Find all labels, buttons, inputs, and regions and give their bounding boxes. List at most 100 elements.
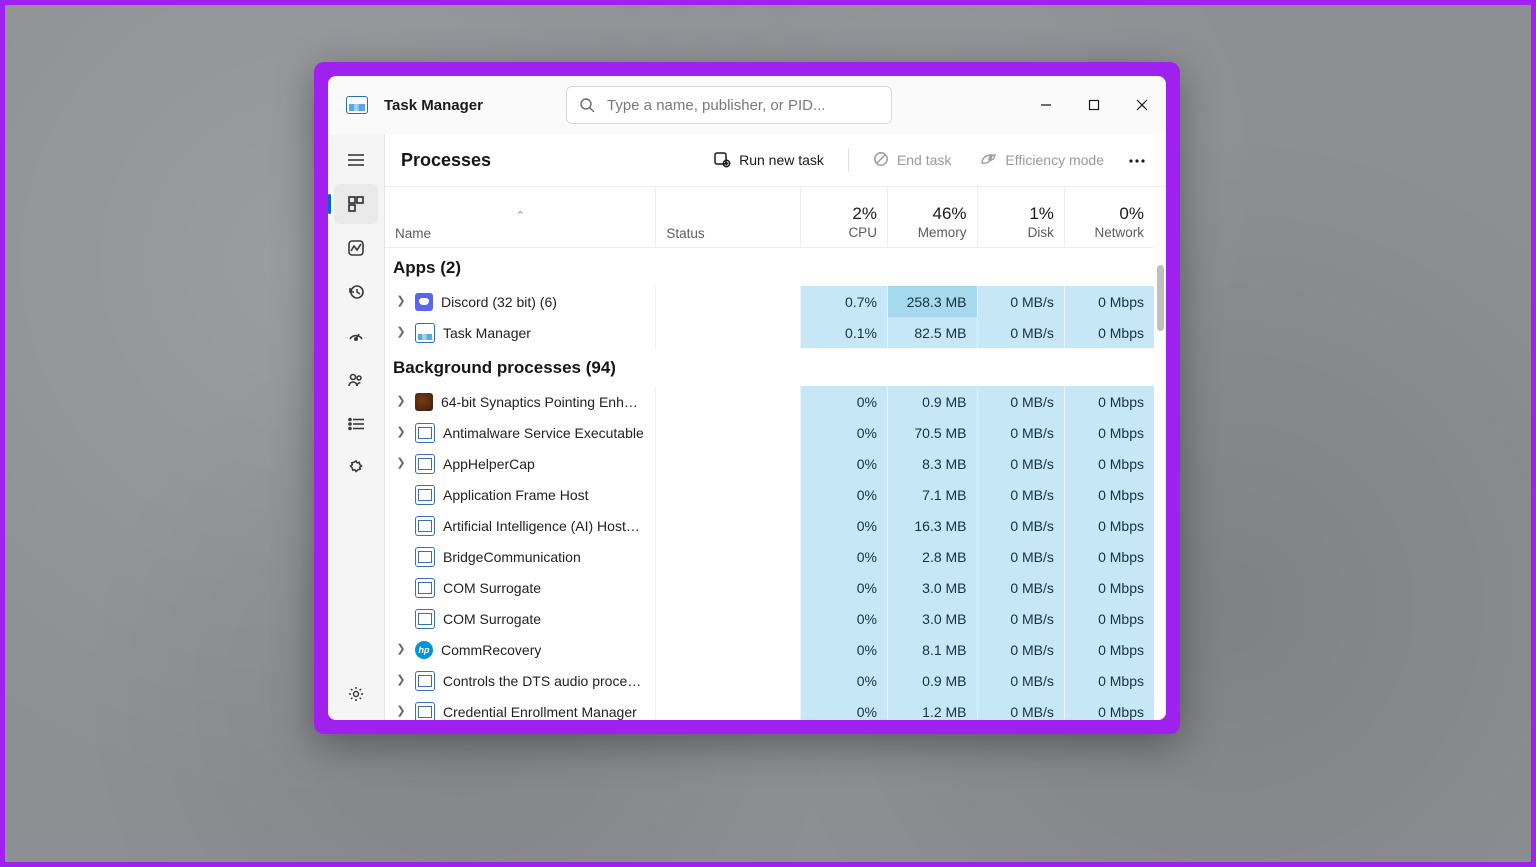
cpu-cell: 0.1% xyxy=(800,317,887,348)
net-cell: 0 Mbps xyxy=(1064,317,1154,348)
process-icon xyxy=(415,323,435,343)
mem-cell: 8.3 MB xyxy=(887,448,977,479)
settings-button[interactable] xyxy=(334,674,378,714)
process-row[interactable]: ❯Credential Enrollment Manager0%1.2 MB0 … xyxy=(385,696,1154,720)
status-cell xyxy=(656,665,800,696)
net-cell: 0 Mbps xyxy=(1064,386,1154,417)
chevron-right-icon[interactable]: ❯ xyxy=(395,706,407,717)
nav-details[interactable] xyxy=(334,404,378,444)
disk-cell: 0 MB/s xyxy=(977,696,1064,720)
net-cell: 0 Mbps xyxy=(1064,541,1154,572)
process-icon xyxy=(415,454,435,474)
process-icon xyxy=(415,485,435,505)
scrollbar[interactable] xyxy=(1156,187,1164,720)
status-cell xyxy=(656,479,800,510)
chevron-right-icon[interactable]: ❯ xyxy=(395,644,407,655)
process-row[interactable]: ❯COM Surrogate0%3.0 MB0 MB/s0 Mbps xyxy=(385,603,1154,634)
cpu-cell: 0% xyxy=(800,510,887,541)
nav-processes[interactable] xyxy=(334,184,378,224)
process-icon xyxy=(415,609,435,629)
run-new-task-button[interactable]: Run new task xyxy=(705,144,832,177)
cpu-cell: 0% xyxy=(800,448,887,479)
disk-cell: 0 MB/s xyxy=(977,541,1064,572)
mem-cell: 7.1 MB xyxy=(887,479,977,510)
chevron-right-icon[interactable]: ❯ xyxy=(395,296,407,307)
process-row[interactable]: ❯ Task Manager 0.1%82.5 MB0 MB/s0 Mbps xyxy=(385,317,1154,348)
cpu-cell: 0% xyxy=(800,541,887,572)
process-name: Task Manager xyxy=(443,325,531,341)
page-title: Processes xyxy=(401,150,491,171)
net-cell: 0 Mbps xyxy=(1064,665,1154,696)
disk-cell: 0 MB/s xyxy=(977,317,1064,348)
mem-cell: 1.2 MB xyxy=(887,696,977,720)
mem-cell: 82.5 MB xyxy=(887,317,977,348)
more-button[interactable] xyxy=(1124,145,1150,175)
process-name: Credential Enrollment Manager xyxy=(443,704,637,720)
efficiency-mode-button[interactable]: Efficiency mode xyxy=(971,145,1112,176)
disk-cell: 0 MB/s xyxy=(977,603,1064,634)
close-button[interactable] xyxy=(1118,76,1166,134)
col-name[interactable]: ⌃Name xyxy=(385,187,656,248)
cpu-cell: 0.7% xyxy=(800,286,887,317)
chevron-right-icon[interactable]: ❯ xyxy=(395,675,407,686)
toolbar: Processes Run new task End task xyxy=(385,134,1166,187)
scrollbar-thumb[interactable] xyxy=(1157,265,1164,331)
chevron-right-icon[interactable]: ❯ xyxy=(395,396,407,407)
highlight-frame: Task Manager xyxy=(314,62,1180,734)
run-new-task-label: Run new task xyxy=(739,152,824,168)
nav-startup-apps[interactable] xyxy=(334,316,378,356)
disk-cell: 0 MB/s xyxy=(977,479,1064,510)
process-row[interactable]: ❯Application Frame Host0%7.1 MB0 MB/s0 M… xyxy=(385,479,1154,510)
col-disk[interactable]: 1%Disk xyxy=(977,187,1064,248)
disk-cell: 0 MB/s xyxy=(977,286,1064,317)
net-cell: 0 Mbps xyxy=(1064,510,1154,541)
end-task-label: End task xyxy=(897,152,951,168)
disk-cell: 0 MB/s xyxy=(977,448,1064,479)
process-name: BridgeCommunication xyxy=(443,549,581,565)
group-header[interactable]: Apps (2) xyxy=(385,248,1154,287)
mem-cell: 258.3 MB xyxy=(887,286,977,317)
status-cell xyxy=(656,317,800,348)
net-cell: 0 Mbps xyxy=(1064,417,1154,448)
process-icon xyxy=(415,641,433,659)
process-name: CommRecovery xyxy=(441,642,541,658)
mem-cell: 8.1 MB xyxy=(887,634,977,665)
chevron-right-icon[interactable]: ❯ xyxy=(395,427,407,438)
minimize-button[interactable] xyxy=(1022,76,1070,134)
nav-services[interactable] xyxy=(334,448,378,488)
cpu-cell: 0% xyxy=(800,603,887,634)
app-title: Task Manager xyxy=(384,97,483,114)
process-row[interactable]: ❯COM Surrogate0%3.0 MB0 MB/s0 Mbps xyxy=(385,572,1154,603)
nav-users[interactable] xyxy=(334,360,378,400)
process-row[interactable]: ❯Artificial Intelligence (AI) Host…0%16.… xyxy=(385,510,1154,541)
status-cell xyxy=(656,634,800,665)
end-task-button[interactable]: End task xyxy=(865,145,959,176)
process-grid: ⌃Name Status 2%CPU 46%Memory 1%Disk 0%Ne… xyxy=(385,187,1166,720)
nav-performance[interactable] xyxy=(334,228,378,268)
col-memory[interactable]: 46%Memory xyxy=(887,187,977,248)
maximize-button[interactable] xyxy=(1070,76,1118,134)
process-row[interactable]: ❯Antimalware Service Executable0%70.5 MB… xyxy=(385,417,1154,448)
mem-cell: 0.9 MB xyxy=(887,665,977,696)
process-row[interactable]: ❯BridgeCommunication0%2.8 MB0 MB/s0 Mbps xyxy=(385,541,1154,572)
col-status[interactable]: Status xyxy=(656,187,800,248)
status-cell xyxy=(656,286,800,317)
mem-cell: 0.9 MB xyxy=(887,386,977,417)
process-row[interactable]: ❯Controls the DTS audio proces…0%0.9 MB0… xyxy=(385,665,1154,696)
nav-app-history[interactable] xyxy=(334,272,378,312)
hamburger-button[interactable] xyxy=(334,140,378,180)
net-cell: 0 Mbps xyxy=(1064,479,1154,510)
group-header[interactable]: Background processes (94) xyxy=(385,348,1154,386)
process-row[interactable]: ❯CommRecovery0%8.1 MB0 MB/s0 Mbps xyxy=(385,634,1154,665)
search-input[interactable] xyxy=(605,96,879,115)
process-row[interactable]: ❯AppHelperCap0%8.3 MB0 MB/s0 Mbps xyxy=(385,448,1154,479)
process-name: COM Surrogate xyxy=(443,580,541,596)
process-row[interactable]: ❯64-bit Synaptics Pointing Enha…0%0.9 MB… xyxy=(385,386,1154,417)
net-cell: 0 Mbps xyxy=(1064,572,1154,603)
search-box[interactable] xyxy=(566,86,892,124)
chevron-right-icon[interactable]: ❯ xyxy=(395,458,407,469)
process-row[interactable]: ❯Discord (32 bit) (6)0.7%258.3 MB0 MB/s0… xyxy=(385,286,1154,317)
col-network[interactable]: 0%Network xyxy=(1064,187,1154,248)
chevron-right-icon[interactable]: ❯ xyxy=(395,327,407,338)
col-cpu[interactable]: 2%CPU xyxy=(800,187,887,248)
